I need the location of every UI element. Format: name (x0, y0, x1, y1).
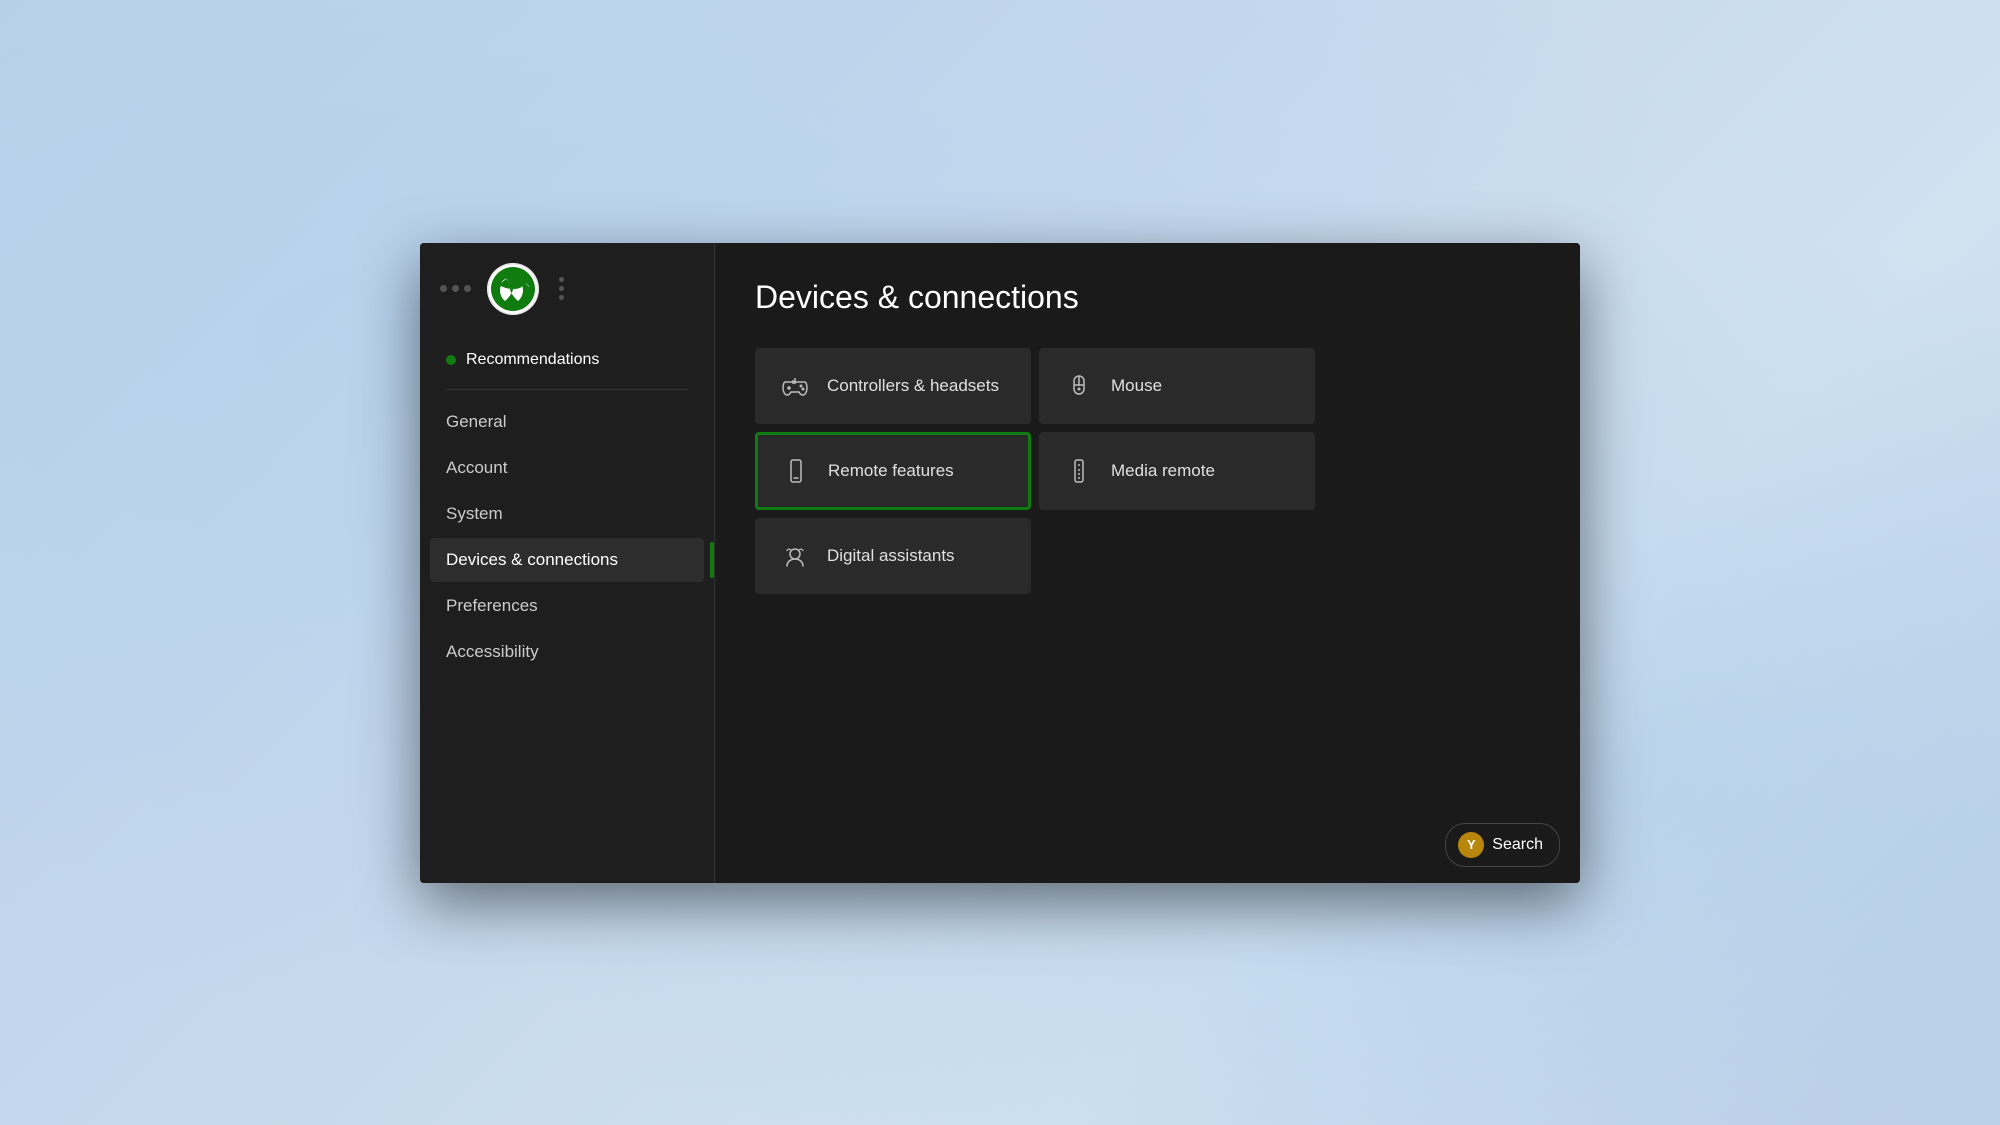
sidebar-header (420, 263, 714, 339)
menu-dot-1 (559, 277, 564, 282)
grid-item-remote-features[interactable]: Remote features (755, 432, 1031, 510)
main-content: Devices & connections Controllers & head… (715, 243, 1580, 883)
account-label: Account (446, 458, 507, 478)
sidebar-item-devices[interactable]: Devices & connections (430, 538, 704, 582)
sidebar-item-system[interactable]: System (430, 492, 704, 536)
sidebar-nav: Recommendations General Account System D… (420, 339, 714, 674)
search-label: Search (1492, 836, 1543, 854)
menu-dot-3 (559, 295, 564, 300)
mouse-label: Mouse (1111, 376, 1162, 396)
sidebar-item-recommendations[interactable]: Recommendations (430, 339, 704, 381)
settings-window: Recommendations General Account System D… (420, 243, 1580, 883)
recommendations-label: Recommendations (466, 351, 599, 369)
controller-icon (781, 372, 809, 400)
search-bar[interactable]: Y Search (1445, 823, 1560, 867)
online-indicator (446, 355, 456, 365)
assistant-icon (781, 542, 809, 570)
dot-3 (464, 285, 471, 292)
preferences-label: Preferences (446, 596, 538, 616)
system-label: System (446, 504, 503, 524)
remote-icon (1065, 457, 1093, 485)
devices-label: Devices & connections (446, 550, 618, 570)
xbox-logo[interactable] (487, 263, 539, 315)
media-remote-label: Media remote (1111, 461, 1215, 481)
digital-assistants-label: Digital assistants (827, 546, 955, 566)
accessibility-label: Accessibility (446, 642, 539, 662)
grid-item-controllers[interactable]: Controllers & headsets (755, 348, 1031, 424)
menu-dots[interactable] (559, 277, 564, 300)
y-label: Y (1467, 837, 1476, 852)
remote-features-label: Remote features (828, 461, 954, 481)
menu-dot-2 (559, 286, 564, 291)
sidebar-item-account[interactable]: Account (430, 446, 704, 490)
controllers-label: Controllers & headsets (827, 376, 999, 396)
sidebar-item-general[interactable]: General (430, 400, 704, 444)
grid-item-mouse[interactable]: Mouse (1039, 348, 1315, 424)
nav-divider (446, 389, 688, 390)
back-dots[interactable] (440, 285, 471, 292)
y-button-icon: Y (1458, 832, 1484, 858)
grid-item-media-remote[interactable]: Media remote (1039, 432, 1315, 510)
sidebar: Recommendations General Account System D… (420, 243, 715, 883)
mouse-icon (1065, 372, 1093, 400)
page-title: Devices & connections (755, 279, 1540, 316)
sidebar-item-accessibility[interactable]: Accessibility (430, 630, 704, 674)
grid-item-digital-assistants[interactable]: Digital assistants (755, 518, 1031, 594)
devices-grid: Controllers & headsets Mouse (755, 348, 1315, 594)
phone-icon (782, 457, 810, 485)
general-label: General (446, 412, 506, 432)
dot-1 (440, 285, 447, 292)
sidebar-item-preferences[interactable]: Preferences (430, 584, 704, 628)
dot-2 (452, 285, 459, 292)
